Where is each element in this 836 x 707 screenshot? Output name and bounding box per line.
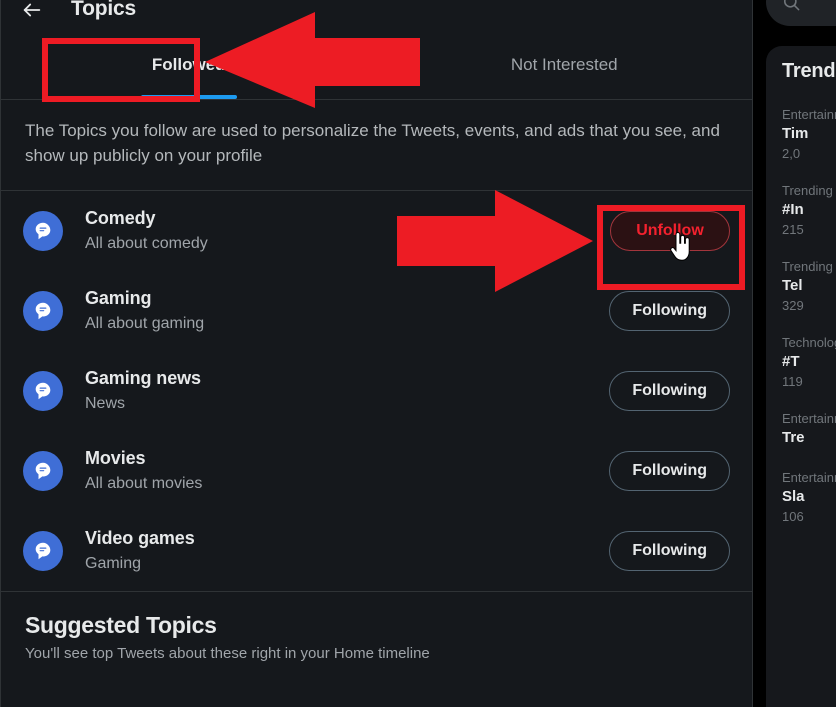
trend-category: Technology · Trending bbox=[782, 335, 836, 350]
back-arrow-icon[interactable] bbox=[15, 0, 49, 27]
unfollow-button-label: Unfollow bbox=[636, 222, 704, 239]
search-input[interactable] bbox=[766, 0, 836, 26]
trend-item[interactable]: Trending #In 215 bbox=[782, 171, 836, 247]
trend-name: Tre bbox=[782, 429, 805, 446]
topic-name: Video games bbox=[85, 528, 195, 548]
following-button-label: Following bbox=[632, 302, 707, 319]
topic-text: Gaming All about gaming bbox=[85, 286, 609, 336]
following-button-label: Following bbox=[632, 462, 707, 479]
topic-row[interactable]: Movies All about movies Following bbox=[1, 431, 752, 511]
suggested-topics-section: Suggested Topics You'll see top Tweets a… bbox=[1, 591, 752, 678]
trend-category: Entertainment · Trending bbox=[782, 411, 836, 426]
topic-speech-bubble-icon bbox=[23, 531, 63, 571]
topic-name: Gaming bbox=[85, 288, 152, 308]
topic-subtitle: News bbox=[85, 395, 126, 412]
trend-item[interactable]: Entertainment · Trending Tre bbox=[782, 399, 836, 458]
topic-text: Gaming news News bbox=[85, 366, 609, 416]
suggested-topics-title: Suggested Topics bbox=[25, 612, 217, 638]
trend-name: Tel bbox=[782, 277, 803, 294]
trend-count: 119 bbox=[782, 374, 803, 389]
page-title: Topics bbox=[71, 0, 136, 20]
following-button[interactable]: Following bbox=[609, 531, 730, 571]
trend-count: 106 bbox=[782, 509, 804, 524]
unfollow-button[interactable]: Unfollow bbox=[610, 211, 730, 261]
topic-subtitle: All about comedy bbox=[85, 235, 208, 252]
following-button-label: Following bbox=[632, 542, 707, 559]
trend-count: 2,0 bbox=[782, 146, 801, 161]
right-sidebar: Trends for you Entertainment · Trending … bbox=[753, 0, 836, 707]
topic-row[interactable]: Gaming news News Following bbox=[1, 351, 752, 431]
tab-not-interested-label: Not Interested bbox=[510, 54, 618, 74]
trend-name: Sla bbox=[782, 488, 805, 505]
trend-item[interactable]: Trending Tel 329 bbox=[782, 247, 836, 323]
page-header: Topics bbox=[1, 0, 752, 30]
trend-count: 215 bbox=[782, 222, 804, 237]
following-button[interactable]: Following bbox=[609, 371, 730, 411]
trend-name: Tim bbox=[782, 125, 809, 142]
topic-text: Movies All about movies bbox=[85, 446, 609, 496]
trend-category: Entertainment · Trending bbox=[782, 107, 836, 122]
tab-not-interested[interactable]: Not Interested bbox=[377, 30, 753, 99]
topic-subtitle: Gaming bbox=[85, 555, 142, 572]
topic-speech-bubble-icon bbox=[23, 291, 63, 331]
trend-category: Entertainment · Trending bbox=[782, 470, 836, 485]
trend-item[interactable]: Entertainment · Trending Tim 2,0 bbox=[782, 95, 836, 171]
topic-name: Movies bbox=[85, 448, 146, 468]
trends-card: Trends for you Entertainment · Trending … bbox=[766, 46, 836, 707]
topic-row[interactable]: Gaming All about gaming Following bbox=[1, 271, 752, 351]
tab-followed-label: Followed bbox=[151, 54, 226, 74]
topic-subtitle: All about gaming bbox=[85, 315, 205, 332]
topics-description: The Topics you follow are used to person… bbox=[1, 100, 752, 191]
topics-description-text: The Topics you follow are used to person… bbox=[25, 121, 720, 165]
following-button[interactable]: Following bbox=[609, 451, 730, 491]
topics-settings-page: Topics Followed Not Interested The Topic… bbox=[0, 0, 836, 707]
trend-item[interactable]: Entertainment · Trending Sla 106 bbox=[782, 458, 836, 534]
followed-topics-list: Comedy All about comedy Unfollow Gaming … bbox=[1, 191, 752, 591]
trends-title: Trends for you bbox=[782, 60, 836, 82]
trend-name: #In bbox=[782, 201, 804, 218]
topic-name: Gaming news bbox=[85, 368, 201, 388]
trend-item[interactable]: Technology · Trending #T 119 bbox=[782, 323, 836, 399]
topics-tabs: Followed Not Interested bbox=[1, 30, 752, 100]
topic-subtitle: All about movies bbox=[85, 475, 203, 492]
topic-speech-bubble-icon bbox=[23, 451, 63, 491]
topic-speech-bubble-icon bbox=[23, 211, 63, 251]
topic-speech-bubble-icon bbox=[23, 371, 63, 411]
trend-category: Trending bbox=[782, 183, 833, 198]
topic-text: Comedy All about comedy bbox=[85, 206, 610, 256]
tab-active-indicator bbox=[140, 95, 237, 99]
trend-count: 329 bbox=[782, 298, 804, 313]
topic-row[interactable]: Video games Gaming Following bbox=[1, 511, 752, 591]
topic-text: Video games Gaming bbox=[85, 526, 609, 576]
topic-row[interactable]: Comedy All about comedy Unfollow bbox=[1, 191, 752, 271]
search-icon bbox=[782, 0, 801, 12]
tab-followed[interactable]: Followed bbox=[1, 30, 377, 99]
following-button[interactable]: Following bbox=[609, 291, 730, 331]
trend-category: Trending bbox=[782, 259, 833, 274]
main-column: Topics Followed Not Interested The Topic… bbox=[0, 0, 753, 707]
following-button-label: Following bbox=[632, 382, 707, 399]
topic-name: Comedy bbox=[85, 208, 156, 228]
suggested-topics-subtitle: You'll see top Tweets about these right … bbox=[25, 645, 430, 662]
trend-name: #T bbox=[782, 353, 800, 370]
